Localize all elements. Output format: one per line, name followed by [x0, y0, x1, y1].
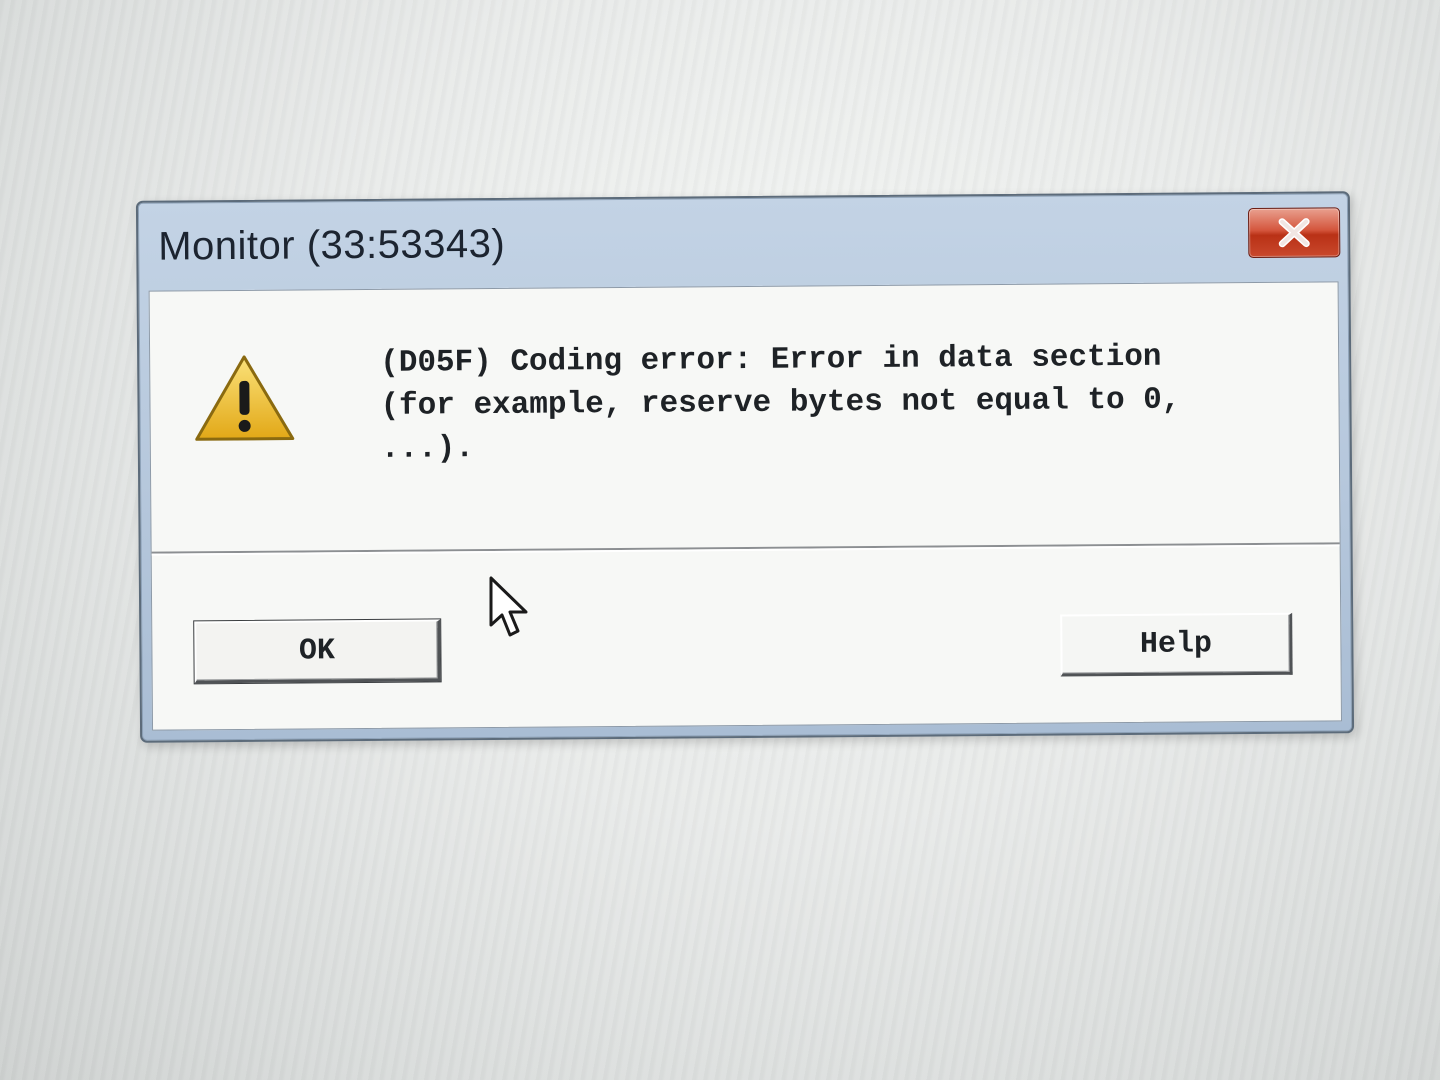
close-button[interactable]: [1247, 207, 1341, 259]
help-button[interactable]: Help: [1060, 612, 1293, 677]
dialog-client-area: (D05F) Coding error: Error in data secti…: [148, 281, 1343, 731]
error-dialog: Monitor (33:53343) (D05F) Coding error: …: [135, 191, 1355, 743]
cursor-arrow-icon: [489, 576, 528, 637]
error-message: (D05F) Coding error: Error in data secti…: [380, 339, 1181, 467]
close-icon: [1278, 218, 1310, 248]
button-area-divider: [151, 542, 1340, 556]
warning-icon: [195, 355, 295, 441]
title-bar[interactable]: Monitor (33:53343): [138, 193, 1349, 291]
window-title: Monitor (33:53343): [158, 221, 506, 269]
ok-button[interactable]: OK: [193, 618, 442, 685]
